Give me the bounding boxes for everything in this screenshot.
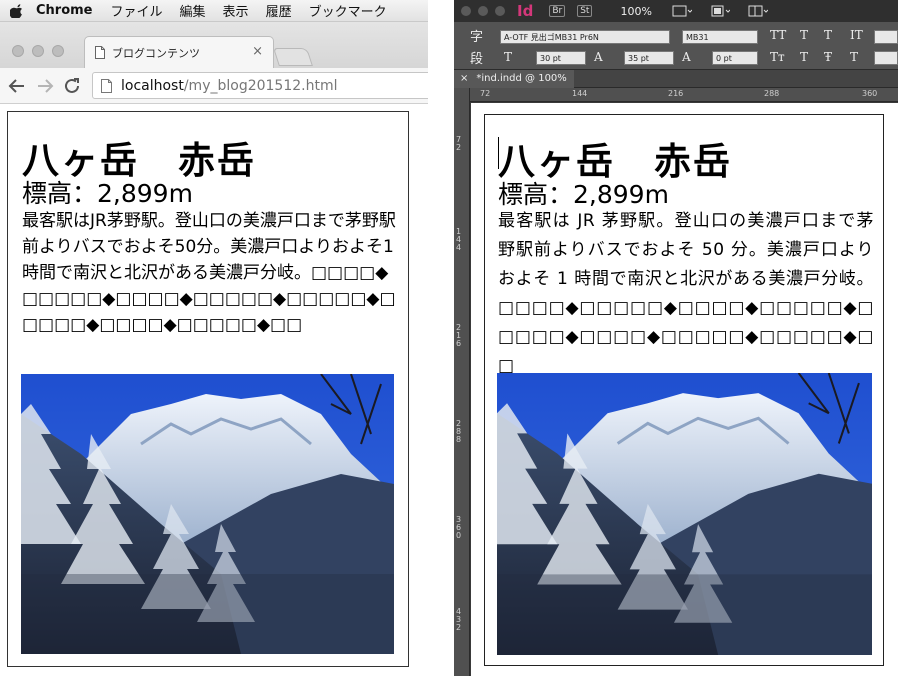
horizontal-scale-field[interactable] <box>874 51 898 65</box>
minimize-window-button[interactable] <box>478 6 488 16</box>
browser-tab[interactable]: ブログコンテンツ × <box>84 36 274 68</box>
divider <box>428 0 454 676</box>
font-size-icon: T <box>504 50 513 64</box>
leading-field[interactable]: 35 pt <box>624 51 674 65</box>
page-body-text[interactable]: 最客駅は JR 茅野駅。登山口の美濃戸口まで茅野駅前よりバスでおよそ 50 分。… <box>498 207 874 381</box>
forward-arrow-icon[interactable] <box>36 77 54 95</box>
ruler-label: 216 <box>668 89 684 98</box>
character-controls-tab[interactable]: 字 <box>470 26 483 45</box>
view-options-icon[interactable] <box>672 4 692 18</box>
document-page[interactable]: 八ヶ岳 赤岳 標高：2,899m 最客駅は JR 茅野駅。登山口の美濃戸口まで茅… <box>484 114 884 666</box>
control-panel: 字 段 A-OTF 見出ゴMB31 Pr6N MB31 T 30 pt A 35… <box>454 22 898 70</box>
document-tab-close-button[interactable]: × <box>460 73 468 84</box>
menu-file[interactable]: ファイル <box>111 1 163 20</box>
new-tab-button[interactable] <box>273 48 313 66</box>
ruler-label: 144 <box>456 227 462 252</box>
menubar-app-name[interactable]: Chrome <box>36 3 93 18</box>
menu-history[interactable]: 履歴 <box>266 1 292 20</box>
back-arrow-icon[interactable] <box>8 77 26 95</box>
font-style-dropdown[interactable]: MB31 <box>682 30 758 44</box>
ruler-label: 72 <box>480 89 491 98</box>
mac-menubar: Chrome ファイル 編集 表示 履歴 ブックマーク <box>0 0 428 22</box>
font-family-dropdown[interactable]: A-OTF 見出ゴMB31 Pr6N <box>500 30 670 44</box>
apple-icon[interactable] <box>10 3 24 18</box>
underline-icon[interactable]: T <box>824 28 832 42</box>
zoom-window-button[interactable] <box>52 45 64 57</box>
ruler-label: 72 <box>456 135 462 152</box>
ruler-label: 360 <box>456 515 462 540</box>
close-window-button[interactable] <box>12 45 24 57</box>
ruler-label: 216 <box>456 323 462 348</box>
ruler-label: 432 <box>456 607 462 632</box>
indesign-app-bar: Id Br St 100% <box>454 0 898 22</box>
pasteboard: 八ヶ岳 赤岳 標高：2,899m 最客駅は JR 茅野駅。登山口の美濃戸口まで茅… <box>471 103 898 676</box>
vertical-scale-field[interactable] <box>874 30 898 44</box>
document-icon <box>95 46 105 59</box>
strikethrough-icon[interactable]: Ŧ <box>824 50 832 64</box>
subscript-icon[interactable]: T <box>800 50 808 64</box>
tab-strip: ブログコンテンツ × <box>0 22 428 68</box>
web-page-content: 八ヶ岳 赤岳 標高：2,899m 最客駅はJR茅野駅。登山口の美濃戸口まで茅野駅… <box>7 111 409 667</box>
reload-icon[interactable] <box>63 77 81 95</box>
superscript-icon[interactable]: T <box>800 28 808 42</box>
mountain-photo[interactable] <box>497 373 872 655</box>
vertical-ruler[interactable]: 72 144 216 288 360 432 <box>454 88 470 676</box>
indesign-window: Id Br St 100% 字 段 A-OTF 見出ゴMB31 Pr6N MB3… <box>454 0 898 676</box>
horizontal-scale-icon: T <box>850 50 859 64</box>
zoom-window-button[interactable] <box>495 6 505 16</box>
tracking-field[interactable]: 0 pt <box>712 51 758 65</box>
font-size-field[interactable]: 30 pt <box>536 51 586 65</box>
document-tab-title: *ind.indd @ 100% <box>476 73 567 84</box>
indesign-logo: Id <box>517 2 534 20</box>
page-body-text: 最客駅はJR茅野駅。登山口の美濃戸口まで茅野駅前よりバスでおよそ50分。美濃戸口… <box>22 211 396 335</box>
page-subheading[interactable]: 標高：2,899m <box>498 175 669 211</box>
address-bar[interactable]: localhost/my_blog201512.html <box>92 72 432 99</box>
page-icon <box>101 78 112 93</box>
leading-icon: A <box>594 50 603 64</box>
url-host: localhost <box>121 77 184 94</box>
mountain-photo <box>21 374 394 654</box>
menu-view[interactable]: 表示 <box>223 1 249 20</box>
horizontal-ruler[interactable]: 72 144 216 288 360 <box>470 88 898 102</box>
tracking-icon: A <box>682 50 691 64</box>
screen-mode-icon[interactable] <box>710 4 730 18</box>
menu-bookmarks[interactable]: ブックマーク <box>309 1 387 20</box>
ruler-label: 288 <box>456 419 462 444</box>
arrange-documents-icon[interactable] <box>748 4 768 18</box>
document-tab[interactable]: × *ind.indd @ 100% <box>454 70 574 88</box>
ruler-label: 288 <box>764 89 780 98</box>
browser-toolbar: localhost/my_blog201512.html <box>0 68 432 104</box>
document-tab-bar: × *ind.indd @ 100% <box>454 70 898 88</box>
ruler-label: 144 <box>572 89 588 98</box>
url-path: /my_blog201512.html <box>183 77 338 94</box>
chrome-window: Chrome ファイル 編集 表示 履歴 ブックマーク ブログコンテンツ × l… <box>0 0 432 676</box>
stock-button[interactable]: St <box>577 5 593 17</box>
menu-edit[interactable]: 編集 <box>180 1 206 20</box>
zoom-level-dropdown[interactable]: 100% <box>620 5 651 18</box>
ruler-label: 360 <box>862 89 878 98</box>
bridge-button[interactable]: Br <box>549 5 566 17</box>
page-subheading: 標高：2,899m <box>22 179 193 208</box>
tab-close-button[interactable]: × <box>252 44 263 59</box>
minimize-window-button[interactable] <box>32 45 44 57</box>
small-caps-icon[interactable]: Tт <box>770 50 785 64</box>
all-caps-icon[interactable]: TT <box>770 28 786 42</box>
tab-title: ブログコンテンツ <box>112 46 200 60</box>
close-window-button[interactable] <box>461 6 471 16</box>
vertical-scale-icon: IT <box>850 28 863 42</box>
paragraph-controls-tab[interactable]: 段 <box>470 48 483 67</box>
